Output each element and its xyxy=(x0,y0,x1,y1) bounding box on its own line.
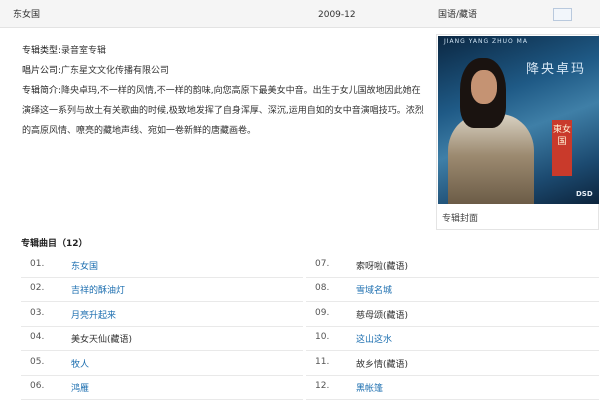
track-title: 慈母颂(藏语) xyxy=(356,310,409,321)
track-title: 美女天仙(藏语) xyxy=(71,335,133,346)
tracklist-heading: 专辑曲目（12） xyxy=(21,239,88,249)
cover-format-badge: DSD xyxy=(576,190,593,198)
track-number: 04. xyxy=(30,332,45,343)
track-row[interactable]: 08. 雪域名城 xyxy=(306,277,599,303)
album-name[interactable]: 东女国 xyxy=(13,9,40,21)
track-title-link[interactable]: 东女国 xyxy=(71,259,98,272)
track-row[interactable]: 09. 慈母颂(藏语) xyxy=(306,302,599,327)
track-number: 07. xyxy=(315,259,330,269)
track-row[interactable]: 01. 东女国 xyxy=(21,253,303,278)
album-type-value: 录音室专辑 xyxy=(61,46,107,56)
track-row[interactable]: 03. 月亮升起来 xyxy=(21,302,303,327)
track-title: 索呀啦(藏语) xyxy=(356,262,409,272)
track-row[interactable]: 10. 这山这水 xyxy=(306,326,599,352)
track-row[interactable]: 11. 故乡情(藏语) xyxy=(306,351,599,376)
album-description-text: 降央卓玛,不一样的风情,不一样的韵味,向您高原下最美女中音。出生于女儿国故地因此… xyxy=(22,86,424,136)
track-number: 06. xyxy=(30,381,45,391)
album-language: 国语/藏语 xyxy=(438,10,478,20)
track-number: 10. xyxy=(315,332,330,343)
cover-top-text: JIANG YANG ZHUO MA xyxy=(444,38,528,45)
track-row[interactable]: 07. 索呀啦(藏语) xyxy=(306,253,599,278)
image-icon[interactable] xyxy=(553,8,572,21)
album-type-label: 专辑类型: xyxy=(22,46,62,56)
track-title-link[interactable]: 这山这水 xyxy=(356,332,392,345)
track-row[interactable]: 02. 吉祥的酥油灯 xyxy=(21,277,303,303)
record-label-value: 广东星文文化传播有限公司 xyxy=(61,66,170,76)
track-title: 故乡情(藏语) xyxy=(356,359,409,370)
track-number: 03. xyxy=(30,307,45,318)
album-description: 专辑简介:降央卓玛,不一样的风情,不一样的韵味,向您高原下最美女中音。出生于女儿… xyxy=(22,81,428,141)
track-number: 09. xyxy=(315,307,330,318)
track-row[interactable]: 06. 鸿雁 xyxy=(21,375,303,400)
track-number: 01. xyxy=(30,259,45,269)
track-title-link[interactable]: 鸿雁 xyxy=(71,381,89,394)
track-number: 05. xyxy=(30,356,45,367)
album-cover-image[interactable]: JIANG YANG ZHUO MA 降央卓玛 東女国 DSD xyxy=(438,36,599,204)
album-description-label: 专辑简介: xyxy=(22,86,62,96)
track-number: 08. xyxy=(315,283,330,294)
cover-art-title: 降央卓玛 xyxy=(526,62,587,77)
track-number: 12. xyxy=(315,381,330,391)
track-title-link[interactable]: 月亮升起来 xyxy=(71,308,116,321)
track-row[interactable]: 12. 黑帐篷 xyxy=(306,375,599,400)
record-label-line: 唱片公司:广东星文文化传播有限公司 xyxy=(22,61,428,81)
track-title-link[interactable]: 吉祥的酥油灯 xyxy=(71,283,125,296)
track-title-link[interactable]: 黑帐篷 xyxy=(356,381,383,394)
cover-badge: 東女国 xyxy=(552,120,572,176)
record-label-label: 唱片公司: xyxy=(22,66,62,76)
track-row[interactable]: 05. 牧人 xyxy=(21,351,303,376)
track-title-link[interactable]: 牧人 xyxy=(71,357,89,370)
album-type-line: 专辑类型:录音室专辑 xyxy=(22,41,428,61)
cover-figure-face xyxy=(471,70,497,104)
album-row[interactable]: 东女国 2009-12 国语/藏语 xyxy=(0,0,600,28)
track-title-link[interactable]: 雪域名城 xyxy=(356,283,392,296)
track-number: 02. xyxy=(30,283,45,294)
album-cover-panel: JIANG YANG ZHUO MA 降央卓玛 東女国 DSD 专辑封面 xyxy=(436,34,599,230)
track-number: 11. xyxy=(315,356,330,367)
album-info: 专辑类型:录音室专辑 唱片公司:广东星文文化传播有限公司 专辑简介:降央卓玛,不… xyxy=(22,41,428,141)
track-row[interactable]: 04. 美女天仙(藏语) xyxy=(21,326,303,352)
release-date: 2009-12 xyxy=(318,10,356,20)
album-cover-caption: 专辑封面 xyxy=(442,214,479,224)
